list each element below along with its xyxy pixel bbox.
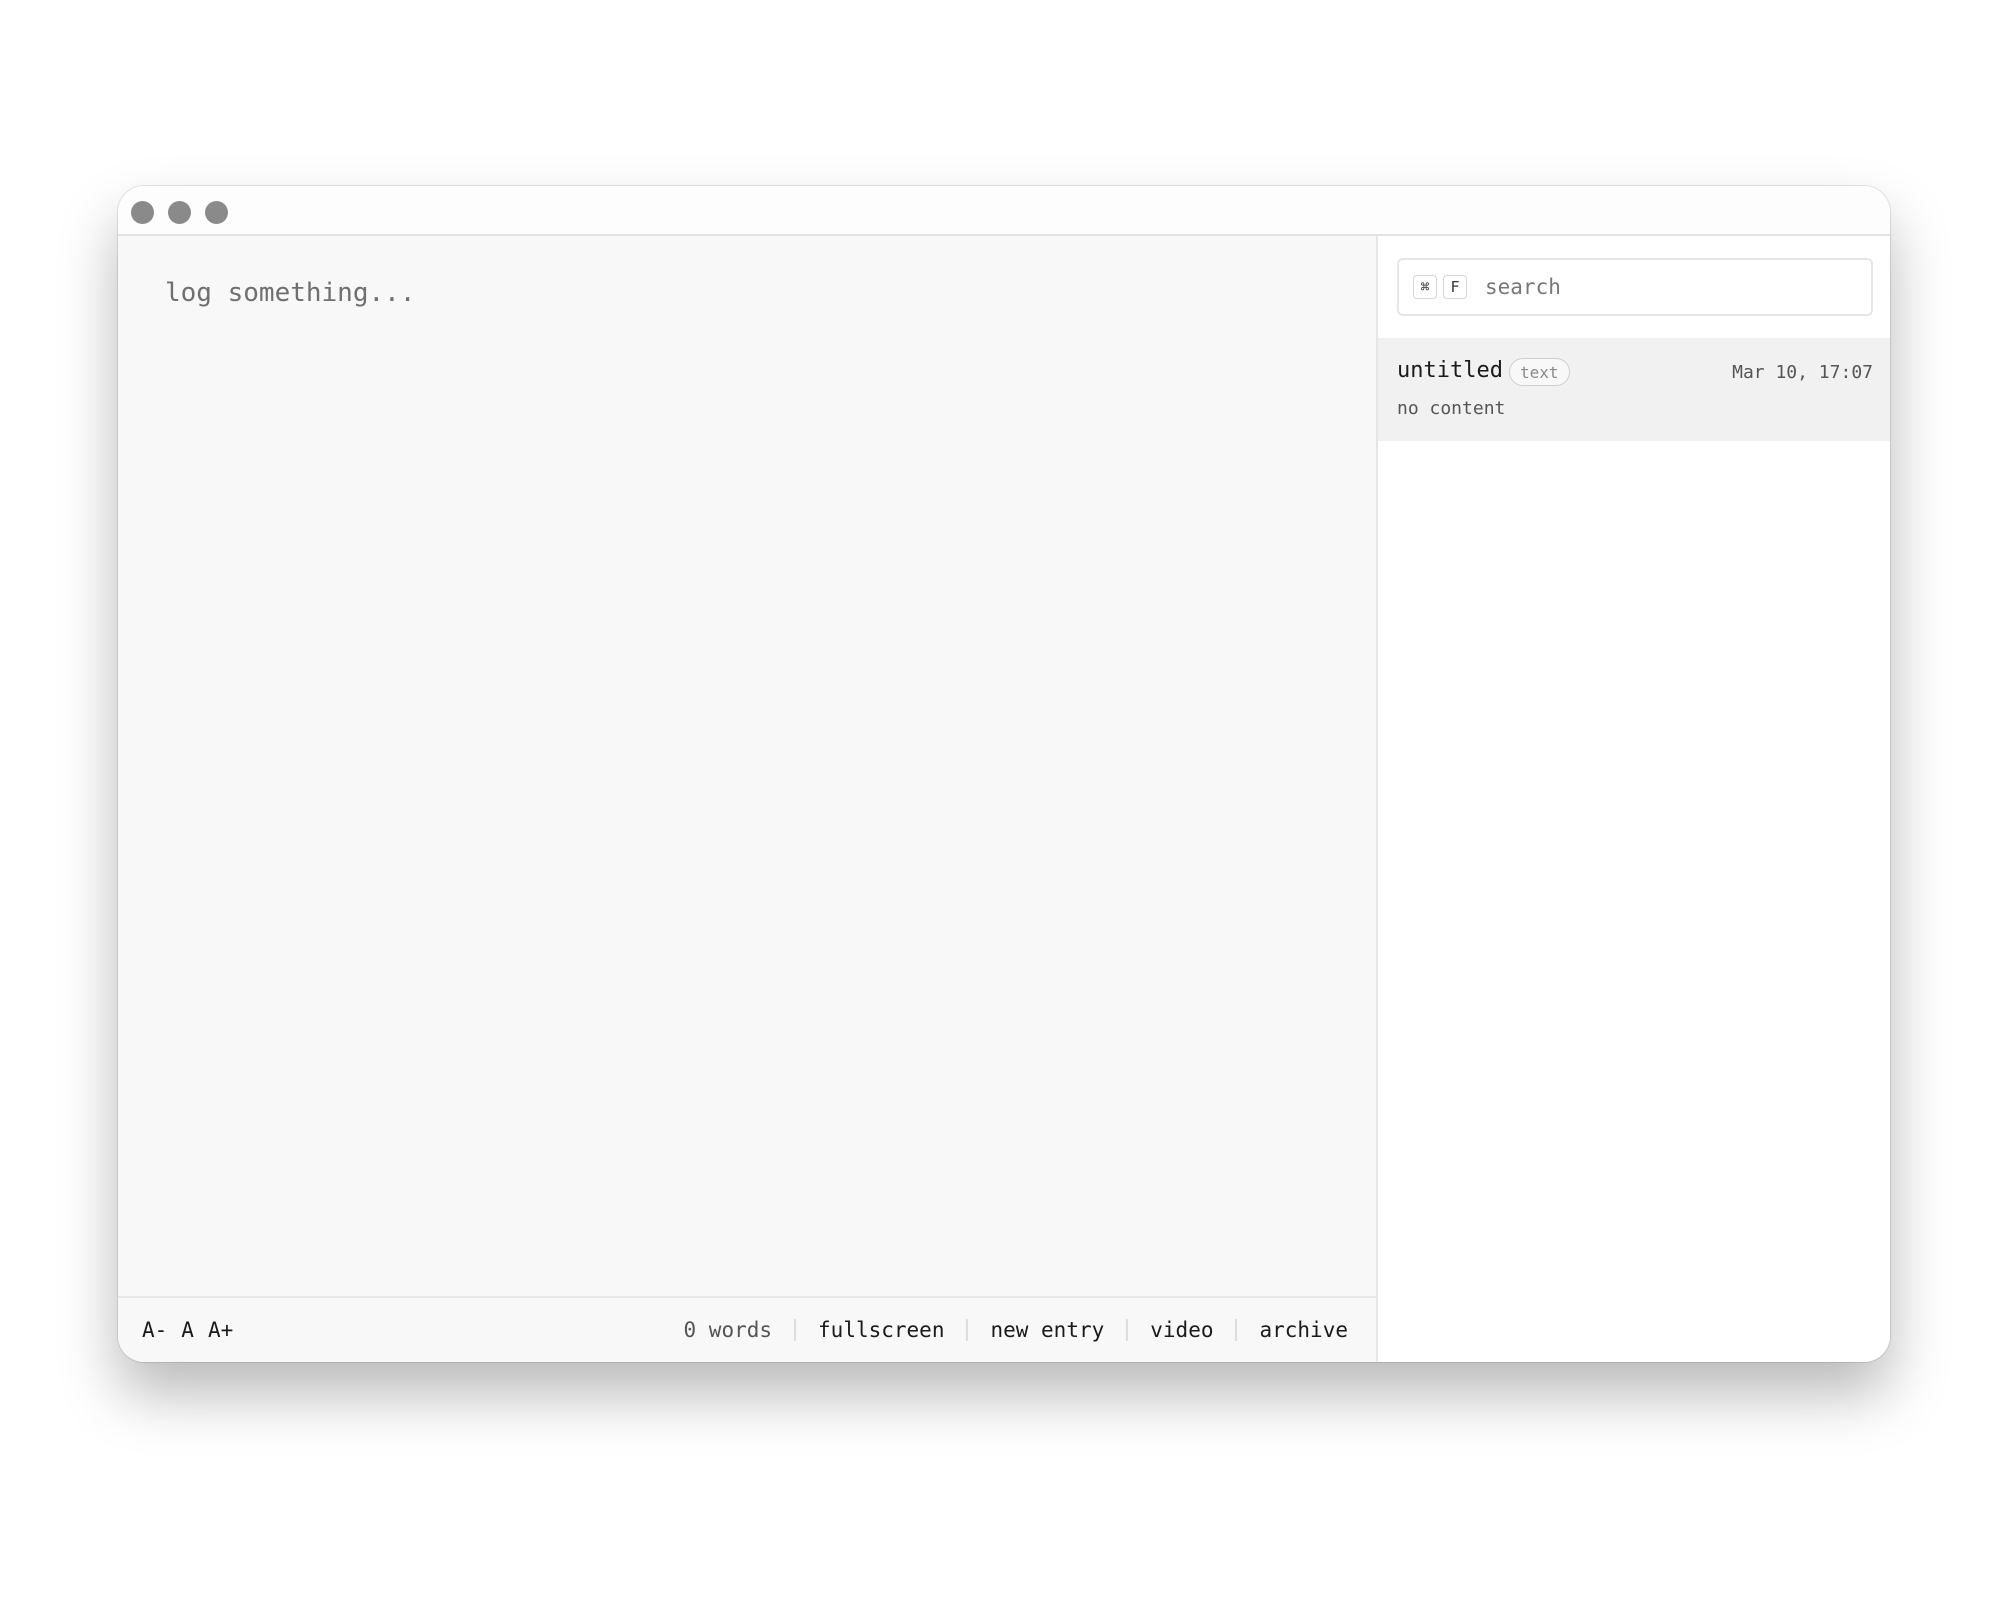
font-reset-button[interactable]: A xyxy=(181,1318,194,1342)
zoom-window-button[interactable] xyxy=(205,201,228,224)
editor-placeholder[interactable]: log something... xyxy=(165,278,415,308)
entry-timestamp: Mar 10, 17:07 xyxy=(1732,362,1873,383)
video-button[interactable]: video xyxy=(1128,1318,1235,1342)
font-increase-button[interactable]: A+ xyxy=(208,1318,233,1342)
command-key-icon: ⌘ xyxy=(1413,275,1437,299)
editor-pane[interactable]: log something... A- A A+ 0 words fullscr… xyxy=(118,236,1378,1362)
search-box[interactable]: ⌘ F xyxy=(1397,258,1873,316)
font-size-controls: A- A A+ xyxy=(142,1318,233,1342)
title-bar xyxy=(118,186,1890,236)
bottom-toolbar: A- A A+ 0 words fullscreen new entry vid… xyxy=(118,1296,1376,1362)
toolbar-actions: 0 words fullscreen new entry video archi… xyxy=(684,1318,1352,1342)
f-key-icon: F xyxy=(1443,275,1467,299)
entries-sidebar: ⌘ F untitled text Mar 10, 17:07 no conte… xyxy=(1378,236,1890,1362)
entry-title: untitled xyxy=(1397,358,1503,383)
close-window-button[interactable] xyxy=(131,201,154,224)
font-decrease-button[interactable]: A- xyxy=(142,1318,167,1342)
minimize-window-button[interactable] xyxy=(168,201,191,224)
archive-button[interactable]: archive xyxy=(1237,1318,1352,1342)
entry-list-item[interactable]: untitled text Mar 10, 17:07 no content xyxy=(1378,338,1890,441)
new-entry-button[interactable]: new entry xyxy=(968,1318,1126,1342)
entry-preview: no content xyxy=(1397,398,1506,419)
search-input[interactable] xyxy=(1483,274,1847,300)
fullscreen-button[interactable]: fullscreen xyxy=(796,1318,966,1342)
entry-type-badge: text xyxy=(1509,358,1570,386)
word-count: 0 words xyxy=(683,1318,773,1342)
app-window: log something... A- A A+ 0 words fullscr… xyxy=(118,186,1890,1362)
